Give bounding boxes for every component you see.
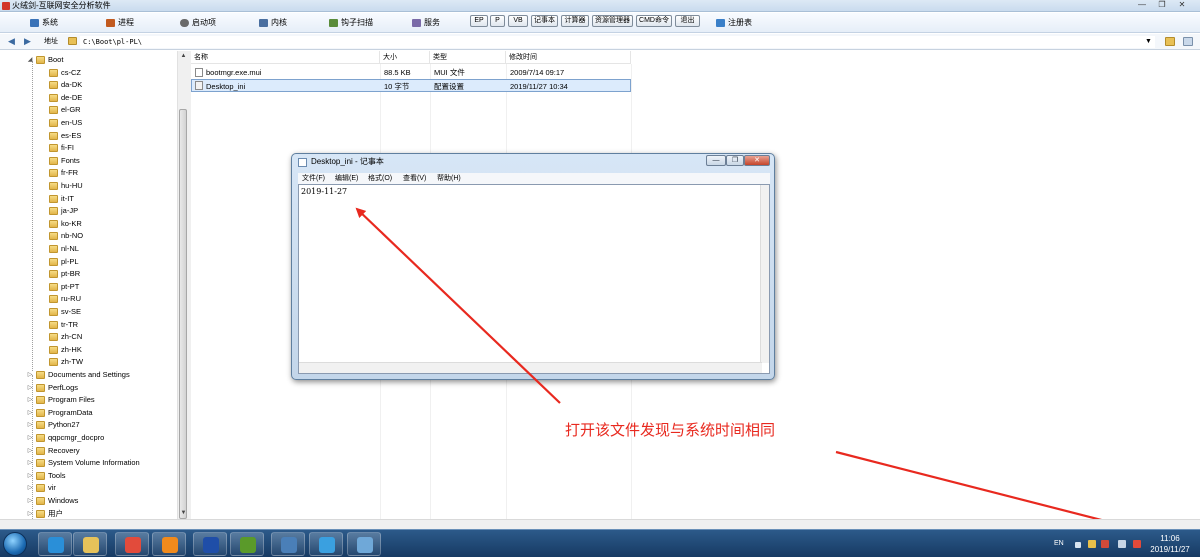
firefox-icon bbox=[162, 537, 178, 553]
arrow-to-notepad-content bbox=[355, 207, 561, 404]
taskbar-app-button[interactable] bbox=[38, 532, 72, 556]
status-bar bbox=[0, 519, 1200, 529]
explorer-icon bbox=[83, 537, 99, 553]
network-icon[interactable] bbox=[1118, 540, 1126, 548]
annotation-arrows bbox=[355, 207, 1162, 538]
b-app-icon bbox=[203, 537, 219, 553]
action-center-icon[interactable] bbox=[1133, 540, 1141, 548]
puzzle-app-icon bbox=[240, 537, 256, 553]
clock-date[interactable]: 2019/11/27 bbox=[1147, 545, 1193, 555]
show-hidden-icons-icon[interactable] bbox=[1075, 542, 1081, 548]
tray-security-icon[interactable] bbox=[1101, 540, 1109, 548]
network-app-icon bbox=[319, 537, 335, 553]
taskbar-app-button[interactable] bbox=[230, 532, 264, 556]
remote-desktop-icon bbox=[281, 537, 297, 553]
input-language-indicator[interactable]: EN bbox=[1054, 539, 1064, 548]
taskbar-app-button[interactable] bbox=[271, 532, 305, 556]
taskbar-app-button[interactable] bbox=[347, 532, 381, 556]
taskbar bbox=[0, 529, 1200, 557]
taskbar-app-button[interactable] bbox=[193, 532, 227, 556]
taskbar-app-button[interactable] bbox=[152, 532, 186, 556]
taskbar-app-button[interactable] bbox=[115, 532, 149, 556]
tray-app-icon[interactable] bbox=[1088, 540, 1096, 548]
clock-time[interactable]: 11:06 bbox=[1150, 534, 1190, 544]
chrome-icon bbox=[125, 537, 141, 553]
start-button[interactable] bbox=[3, 532, 27, 556]
tool-app-icon bbox=[357, 537, 373, 553]
ie-icon bbox=[48, 537, 64, 553]
annotation-text: 打开该文件发现与系统时间相同 bbox=[565, 421, 776, 439]
taskbar-app-button[interactable] bbox=[73, 532, 107, 556]
taskbar-app-button[interactable] bbox=[309, 532, 343, 556]
